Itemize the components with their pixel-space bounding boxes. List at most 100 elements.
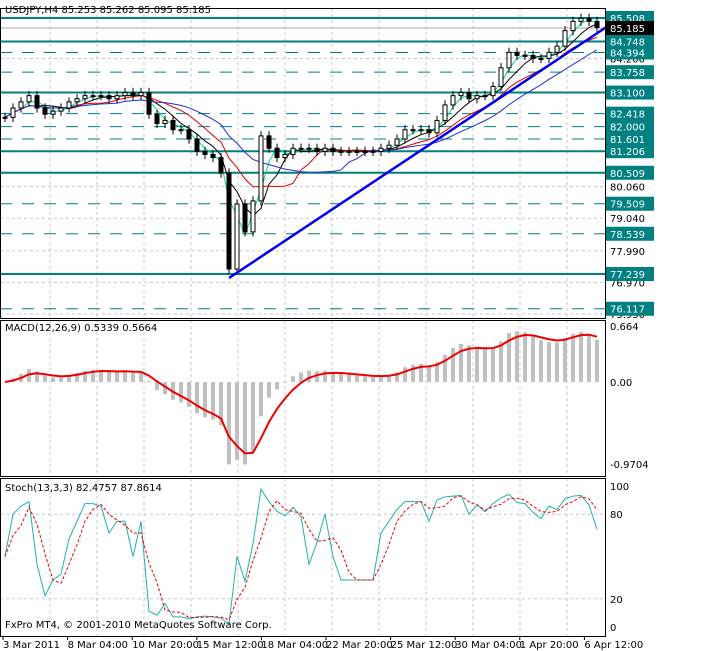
macd-histogram-bar bbox=[291, 376, 295, 382]
candle-body bbox=[250, 200, 256, 233]
candle-body bbox=[594, 20, 600, 29]
macd-histogram-bar bbox=[107, 371, 111, 382]
x-tick-label: 25 Mar 12:00 bbox=[391, 640, 458, 651]
candle-body bbox=[10, 107, 16, 118]
candle-body bbox=[50, 110, 56, 115]
copyright-text: FxPro MT4, © 2001-2010 MetaQuotes Softwa… bbox=[5, 620, 272, 631]
candle-body bbox=[338, 150, 344, 153]
candle-body bbox=[474, 95, 480, 100]
candle-body bbox=[282, 153, 288, 159]
candle-body bbox=[562, 30, 568, 47]
macd-histogram-bar bbox=[227, 382, 231, 465]
candle-body bbox=[522, 54, 528, 57]
candle-body bbox=[386, 144, 392, 149]
macd-histogram-bar bbox=[531, 336, 535, 382]
stoch-tick-label: 80 bbox=[610, 510, 623, 521]
candle-body bbox=[98, 95, 104, 98]
candle-body bbox=[402, 129, 408, 140]
candle-body bbox=[170, 119, 176, 131]
candle-body bbox=[106, 95, 112, 100]
candle-body bbox=[122, 92, 128, 97]
candle-body bbox=[74, 98, 80, 103]
candle-body bbox=[434, 119, 440, 134]
candle-body bbox=[306, 147, 312, 150]
candle-body bbox=[322, 147, 328, 152]
macd-histogram-bar bbox=[259, 382, 263, 417]
candle-body bbox=[274, 147, 280, 159]
x-tick-label: 30 Mar 04:00 bbox=[455, 640, 522, 651]
macd-histogram-bar bbox=[467, 345, 471, 382]
macd-histogram-bar bbox=[483, 348, 487, 382]
macd-histogram-bar bbox=[499, 341, 503, 382]
candle-body bbox=[586, 17, 592, 22]
level-label: 81.601 bbox=[610, 135, 645, 146]
candle-body bbox=[546, 51, 552, 59]
candle-body bbox=[458, 92, 464, 97]
candle-body bbox=[530, 54, 536, 59]
candle-body bbox=[258, 135, 264, 202]
level-label: 82.418 bbox=[610, 110, 645, 121]
level-label: 83.758 bbox=[610, 68, 645, 79]
x-tick-label: 22 Mar 20:00 bbox=[326, 640, 393, 651]
macd-histogram-bar bbox=[379, 376, 383, 382]
macd-histogram-bar bbox=[515, 331, 519, 382]
candle-body bbox=[538, 57, 544, 60]
macd-histogram-bar bbox=[307, 370, 311, 382]
candle-body bbox=[466, 92, 472, 100]
stoch-tick-label: 100 bbox=[610, 482, 629, 493]
macd-histogram-bar bbox=[51, 377, 55, 382]
macd-histogram-bar bbox=[547, 342, 551, 382]
x-tick-label: 6 Apr 12:00 bbox=[584, 640, 643, 651]
x-tick-label: 18 Mar 04:00 bbox=[261, 640, 328, 651]
symbol-header: USDJPY,H4 85.253 85.262 85.095 85.185 bbox=[5, 5, 211, 16]
macd-label: MACD(12,26,9) 0.5339 0.5664 bbox=[5, 323, 157, 334]
candle-body bbox=[178, 129, 184, 132]
macd-histogram-bar bbox=[555, 342, 559, 382]
candle-body bbox=[2, 116, 8, 119]
macd-histogram-bar bbox=[595, 339, 599, 382]
y-tick-label: 79.040 bbox=[610, 214, 645, 225]
macd-histogram-bar bbox=[427, 365, 431, 382]
level-label: 81.206 bbox=[610, 147, 645, 158]
candle-body bbox=[58, 107, 64, 112]
panel-frame-1 bbox=[0, 320, 606, 477]
current-price-label: 85.185 bbox=[610, 24, 645, 35]
macd-histogram-bar bbox=[451, 348, 455, 382]
candle-body bbox=[18, 101, 24, 109]
chart-window: 84.20080.06079.04077.99076.97075.95085.5… bbox=[0, 0, 710, 651]
candle-body bbox=[66, 101, 72, 109]
level-label: 78.539 bbox=[610, 230, 645, 241]
price-chart[interactable]: 84.20080.06079.04077.99076.97075.95085.5… bbox=[0, 0, 710, 651]
macd-histogram-bar bbox=[195, 382, 199, 414]
macd-histogram-bar bbox=[363, 376, 367, 382]
candle-body bbox=[154, 113, 160, 125]
macd-histogram-bar bbox=[355, 375, 359, 382]
macd-histogram-bar bbox=[267, 382, 271, 398]
macd-histogram-bar bbox=[563, 338, 567, 382]
macd-histogram-bar bbox=[411, 364, 415, 382]
candle-body bbox=[146, 92, 152, 115]
candle-body bbox=[506, 51, 512, 69]
macd-histogram-bar bbox=[571, 333, 575, 382]
x-tick-label: 10 Mar 20:00 bbox=[132, 640, 199, 651]
candle-body bbox=[450, 95, 456, 106]
candle-body bbox=[186, 129, 192, 140]
x-tick-label: 15 Mar 12:00 bbox=[197, 640, 264, 651]
stoch-tick-label: 20 bbox=[610, 595, 623, 606]
candle-body bbox=[34, 95, 40, 109]
macd-histogram-bar bbox=[139, 372, 143, 382]
candle-body bbox=[218, 157, 224, 174]
candle-body bbox=[242, 203, 248, 233]
candle-body bbox=[370, 150, 376, 153]
candle-body bbox=[90, 95, 96, 98]
candle-body bbox=[426, 129, 432, 134]
level-label: 79.509 bbox=[610, 200, 645, 211]
candle-body bbox=[266, 135, 272, 149]
macd-histogram-bar bbox=[371, 377, 375, 382]
candle-body bbox=[346, 150, 352, 153]
level-label: 76.117 bbox=[610, 305, 645, 316]
candle-body bbox=[482, 95, 488, 98]
macd-histogram-bar bbox=[299, 372, 303, 382]
candle-body bbox=[394, 138, 400, 146]
macd-histogram-bar bbox=[59, 377, 63, 382]
